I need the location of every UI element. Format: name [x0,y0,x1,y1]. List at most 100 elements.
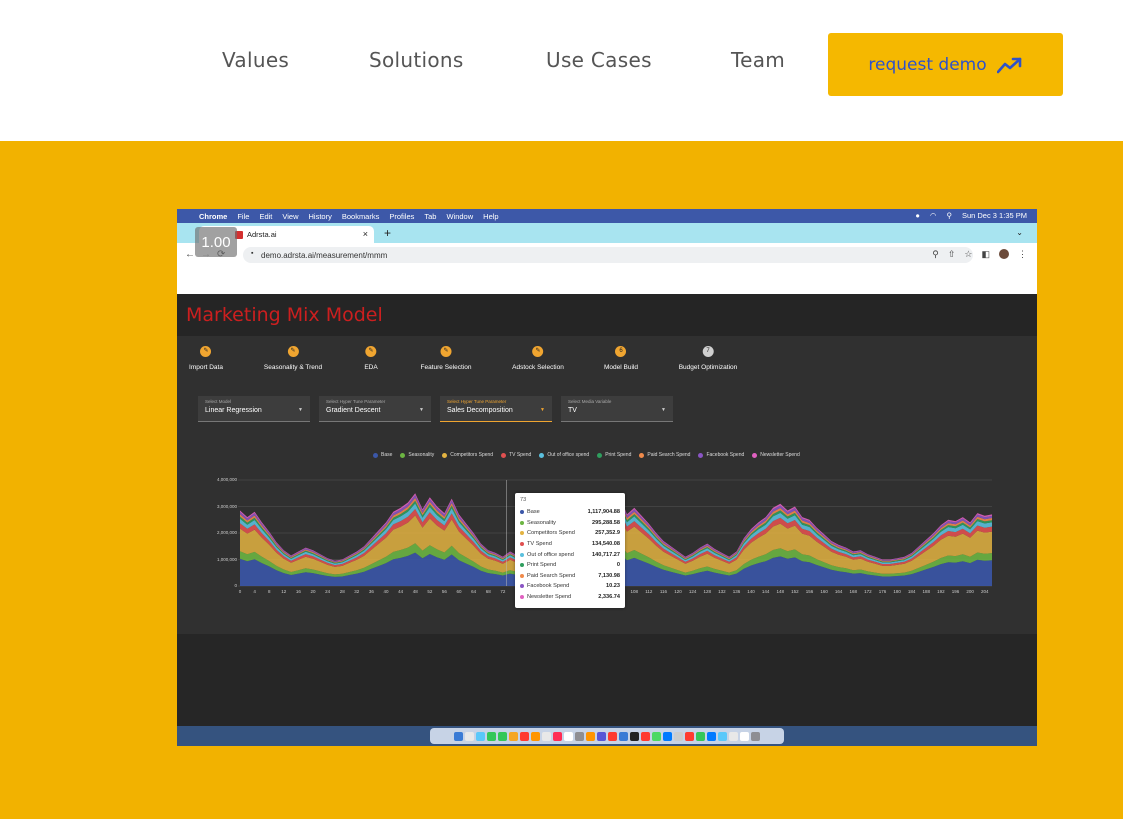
star-icon[interactable]: ☆ [964,249,972,260]
tooltip-dot [520,595,524,600]
menu-item-profiles: Profiles [389,211,415,221]
tooltip-series-name: Competitors Spend [527,530,575,537]
tab-title: Adrsta.ai [247,230,277,239]
tooltip-series-name: Newsletter Spend [527,594,572,601]
step-seasonality-trend[interactable]: ✎ Seasonality & Trend [264,346,322,371]
step-adstock-selection[interactable]: ✎ Adstock Selection [512,346,564,371]
chart-tooltip: 73 Base 1,117,904.88 Seasonality 295,288.58… [515,493,625,608]
new-tab-icon[interactable]: + [384,226,391,240]
tooltip-series: Seasonality [520,520,556,526]
caret-down-icon: ▼ [419,407,424,413]
tooltip-series: TV Spend [520,541,552,547]
y-tick-label: 0 [234,583,237,588]
dock-app-icon [674,731,683,741]
menu-app-name: Chrome [199,211,228,221]
select-label: Select Model [205,399,232,404]
step-label: EDA [364,364,378,371]
tooltip-row: Paid Search Spend 7,130.98 [520,571,620,582]
tooltip-dot [520,573,524,578]
dock-app-icon [652,731,661,741]
x-tick-label: 124 [689,589,697,594]
select-label: Select Hyper Tune Parameter [447,399,507,404]
dock-app-icon [751,731,760,741]
nav-link-solutions[interactable]: Solutions [369,48,464,72]
app-title: Marketing Mix Model [186,304,383,326]
tooltip-title: 73 [520,497,527,503]
tooltip-series: Out of office spend [520,552,574,558]
tooltip-dot [520,510,524,515]
dock-app-icon [608,731,617,741]
dock-app-icon [597,731,606,741]
select-model[interactable]: Select Model Linear Regression ▼ [198,396,310,422]
step-label: Budget Optimization [678,364,738,371]
pencil-icon: ✎ [440,346,452,357]
select-decomposition[interactable]: Select Hyper Tune Parameter Sales Decomp… [440,396,552,422]
x-tick-label: 180 [893,589,901,594]
tooltip-series-name: Print Spend [527,562,557,569]
caret-down-icon: ▼ [661,407,666,413]
sidepanel-icon[interactable]: ◧ [981,249,990,260]
request-demo-button[interactable]: request demo [828,33,1063,96]
kebab-menu-icon[interactable]: ⋮ [1018,249,1027,260]
tooltip-value: 0 [616,562,620,569]
browser-tab-bar: Adrsta.ai × + ⌄ [177,223,1037,243]
dock-app-icon [553,731,562,741]
caret-down-icon: ▼ [298,407,303,413]
tooltip-series-name: Out of office spend [527,551,574,558]
x-tick-label: 48 [413,589,419,594]
x-tick-label: 160 [820,589,828,594]
zoom-icon[interactable]: ⚲ [932,249,939,260]
y-tick-label: 3,000,000 [216,503,237,509]
x-tick-label: 68 [486,589,492,594]
x-tick-label: 64 [471,589,477,594]
select-hyper-tune-parameter[interactable]: Select Hyper Tune Parameter Gradient Des… [319,396,431,422]
nav-link-team[interactable]: Team [731,48,785,72]
lock-icon: ▪ [251,250,254,257]
x-tick-label: 192 [937,589,945,594]
dock-app-icon [740,731,749,741]
nav-link-values[interactable]: Values [222,48,289,72]
x-tick-label: 52 [427,589,433,594]
dock-app-icon [729,731,738,741]
profile-avatar[interactable] [999,249,1009,259]
close-tab-icon[interactable]: × [363,229,368,239]
menu-item-view: View [282,211,299,221]
tooltip-series-name: Base [527,509,540,516]
tab-list-chevron-icon[interactable]: ⌄ [1016,228,1023,237]
pencil-icon: ✎ [200,346,212,357]
tooltip-row: Competitors Spend 257,352.9 [520,528,620,539]
step-model-build[interactable]: 6 Model Build [604,346,638,371]
x-tick-label: 20 [311,589,317,594]
x-tick-label: 168 [850,589,858,594]
select-label: Select Media Variable [568,399,612,404]
step-import-data[interactable]: ✎ Import Data [189,346,223,371]
menu-item-tab: Tab [424,211,437,221]
select-media-variable[interactable]: Select Media Variable TV ▼ [561,396,673,422]
share-icon[interactable]: ⇧ [948,249,956,260]
url-field[interactable]: ▪ demo.adrsta.ai/measurement/mmm [243,247,973,263]
dock-app-icon [520,731,529,741]
step-budget-optimization[interactable]: 7 Budget Optimization [678,346,738,371]
dock-app-icon [476,731,485,741]
nav-link-use-cases[interactable]: Use Cases [546,48,652,72]
browser-address-bar: ←→⟳ ▪ demo.adrsta.ai/measurement/mmm ⚲ ⇧… [177,243,1037,267]
x-tick-label: 108 [630,589,638,594]
tooltip-value: 2,336.74 [598,594,620,601]
model-controls: Select Model Linear Regression ▼ Select … [177,386,1037,615]
status-icons: ● ◠ ⚲ Sun Dec 3 1:35 PM [915,211,1027,220]
x-tick-label: 152 [791,589,799,594]
select-value: TV [568,407,577,414]
tooltip-series: Base [520,509,540,515]
step-eda[interactable]: ✎ EDA [364,346,378,371]
dock-app-icon [641,731,650,741]
menu-item-file: File [237,211,250,221]
dock-app-icon [685,731,694,741]
dock-app-icon [586,731,595,741]
step-label: Feature Selection [420,364,472,371]
tooltip-value: 10.23 [606,583,620,590]
x-tick-label: 40 [384,589,390,594]
step-feature-selection[interactable]: ✎ Feature Selection [420,346,472,371]
select-value: Sales Decomposition [447,407,513,414]
dock-app-icon [454,731,463,741]
tooltip-value: 295,288.58 [592,519,620,526]
